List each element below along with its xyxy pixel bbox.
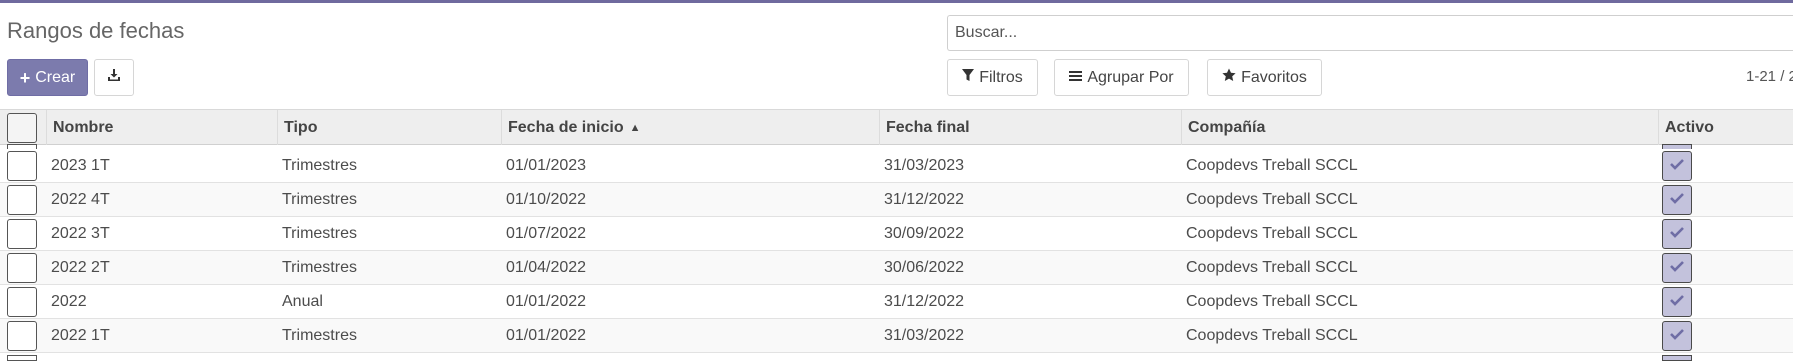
table-row[interactable]: 2022 1T Trimestres 01/01/2022 31/03/2022…: [0, 319, 1793, 353]
cell-tipo: Trimestres: [282, 225, 357, 242]
row-checkbox[interactable]: [7, 253, 37, 283]
column-header-activo[interactable]: Activo: [1658, 110, 1793, 145]
top-accent-bar: [0, 0, 1793, 3]
row-checkbox[interactable]: [7, 355, 37, 361]
favorites-button[interactable]: Favoritos: [1207, 59, 1322, 96]
download-icon: [107, 68, 121, 87]
cell-tipo: Trimestres: [282, 191, 357, 208]
filter-icon: [962, 68, 975, 87]
cell-fecha-inicio: 01/01/2022: [506, 293, 587, 310]
cell-tipo: Trimestres: [282, 327, 357, 344]
column-header-tipo-label: Tipo: [284, 119, 318, 136]
column-header-fecha-inicio-label: Fecha de inicio: [508, 119, 624, 136]
cell-fecha-final: 30/09/2022: [884, 225, 965, 242]
cell-fecha-final: 31/12/2022: [884, 293, 965, 310]
row-checkbox[interactable]: [7, 185, 37, 215]
cell-nombre: 2022: [51, 293, 87, 310]
cell-compania: Coopdevs Treball SCCL: [1186, 293, 1358, 310]
column-header-fecha-final[interactable]: Fecha final: [879, 110, 1181, 145]
cell-compania: Coopdevs Treball SCCL: [1186, 259, 1358, 276]
cell-fecha-inicio: 01/01/2022: [506, 327, 587, 344]
row-checkbox[interactable]: [7, 287, 37, 317]
cell-compania: Coopdevs Treball SCCL: [1186, 157, 1358, 174]
check-icon: [1670, 259, 1684, 277]
active-checkbox[interactable]: [1662, 287, 1692, 317]
cell-fecha-inicio: 01/04/2022: [506, 259, 587, 276]
check-icon: [1670, 327, 1684, 345]
active-checkbox[interactable]: [1662, 151, 1692, 181]
table-row[interactable]: 2022 Anual 01/01/2022 31/12/2022 Coopdev…: [0, 285, 1793, 319]
check-icon: [1670, 191, 1684, 209]
table-row[interactable]: 2023 1T Trimestres 01/01/2023 31/03/2023…: [0, 149, 1793, 183]
sort-ascending-icon: ▲: [629, 122, 641, 134]
partial-row-bottom: [0, 354, 1793, 361]
row-checkbox[interactable]: [7, 219, 37, 249]
cell-tipo: Trimestres: [282, 157, 357, 174]
column-header-fecha-inicio[interactable]: Fecha de inicio ▲: [501, 110, 879, 145]
active-checkbox[interactable]: [1662, 219, 1692, 249]
column-header-tipo[interactable]: Tipo: [277, 110, 501, 145]
cell-fecha-final: 31/03/2023: [884, 157, 965, 174]
cell-compania: Coopdevs Treball SCCL: [1186, 191, 1358, 208]
row-checkbox[interactable]: [7, 151, 37, 181]
cell-tipo: Anual: [282, 293, 323, 310]
download-button[interactable]: [94, 59, 134, 96]
bars-icon: [1069, 69, 1083, 87]
active-checkbox[interactable]: [1662, 185, 1692, 215]
cell-tipo: Trimestres: [282, 259, 357, 276]
search-input[interactable]: [947, 15, 1793, 51]
select-all-checkbox[interactable]: [7, 113, 37, 143]
filters-button-label: Filtros: [979, 68, 1023, 86]
row-checkbox[interactable]: [7, 321, 37, 351]
column-header-compania-label: Compañía: [1188, 119, 1266, 136]
table-row[interactable]: 2022 3T Trimestres 01/07/2022 30/09/2022…: [0, 217, 1793, 251]
column-header-fecha-final-label: Fecha final: [886, 119, 970, 136]
column-header-nombre-label: Nombre: [53, 119, 114, 136]
cell-fecha-final: 31/03/2022: [884, 327, 965, 344]
column-header-activo-label: Activo: [1665, 119, 1714, 136]
cell-nombre: 2022 4T: [51, 191, 110, 208]
cell-fecha-inicio: 01/01/2023: [506, 157, 587, 174]
cell-fecha-inicio: 01/10/2022: [506, 191, 587, 208]
star-icon: [1222, 68, 1236, 87]
page-title: Rangos de fechas: [7, 18, 185, 43]
cell-compania: Coopdevs Treball SCCL: [1186, 327, 1358, 344]
cell-nombre: 2022 3T: [51, 225, 110, 242]
cell-fecha-final: 31/12/2022: [884, 191, 965, 208]
list-table: Nombre Tipo Fecha de inicio ▲ Fecha final…: [0, 109, 1793, 364]
group-by-button-label: Agrupar Por: [1087, 68, 1174, 86]
cell-nombre: 2022 2T: [51, 259, 110, 276]
cell-nombre: 2022 1T: [51, 327, 110, 344]
cell-nombre: 2023 1T: [51, 157, 110, 174]
check-icon: [1670, 293, 1684, 311]
favorites-button-label: Favoritos: [1241, 68, 1307, 86]
column-header-nombre[interactable]: Nombre: [46, 110, 277, 145]
table-row[interactable]: 2022 2T Trimestres 01/04/2022 30/06/2022…: [0, 251, 1793, 285]
active-checkbox[interactable]: [1662, 253, 1692, 283]
cell-fecha-inicio: 01/07/2022: [506, 225, 587, 242]
filters-button[interactable]: Filtros: [947, 59, 1038, 96]
group-by-button[interactable]: Agrupar Por: [1054, 59, 1189, 96]
active-checkbox[interactable]: [1662, 321, 1692, 351]
active-checkbox[interactable]: [1662, 355, 1692, 361]
cell-fecha-final: 30/06/2022: [884, 259, 965, 276]
column-header-compania[interactable]: Compañía: [1181, 110, 1658, 145]
check-icon: [1670, 225, 1684, 243]
create-button-label: Crear: [35, 68, 76, 86]
check-icon: [1670, 157, 1684, 175]
cell-compania: Coopdevs Treball SCCL: [1186, 225, 1358, 242]
pager-value[interactable]: 1-21 / 21: [1746, 68, 1793, 85]
create-button[interactable]: + Crear: [7, 59, 88, 96]
plus-icon: +: [19, 67, 31, 88]
table-header: Nombre Tipo Fecha de inicio ▲ Fecha final…: [0, 109, 1793, 145]
table-row[interactable]: 2022 4T Trimestres 01/10/2022 31/12/2022…: [0, 183, 1793, 217]
